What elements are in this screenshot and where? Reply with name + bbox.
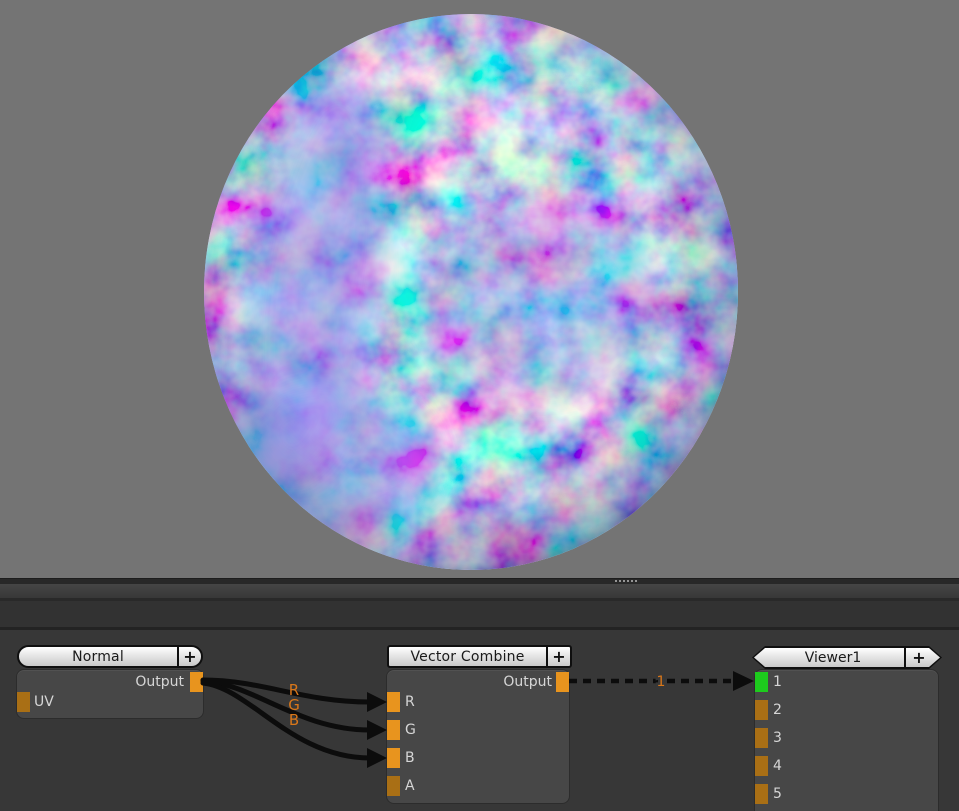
app-window: Normal + Output UV Vector Combine + Outp… [0,0,959,811]
port-viewer1-5[interactable] [755,784,768,804]
node-title: Vector Combine [389,647,546,666]
input-port-label: R [405,692,445,712]
port-vc-a[interactable] [387,776,400,796]
node-viewer1-header[interactable]: Viewer1 + [752,646,942,669]
toolbar-strip [0,584,959,598]
port-normal-uv[interactable] [17,692,30,712]
input-port-label: B [405,748,445,768]
port-viewer1-2[interactable] [755,700,768,720]
sub-bar [0,601,959,627]
input-port-label: 4 [773,756,813,776]
port-normal-output[interactable] [190,672,203,692]
add-button[interactable]: + [179,647,201,666]
input-port-label: 5 [773,784,813,804]
sphere-texture [0,0,959,578]
port-viewer1-1[interactable] [755,672,768,692]
input-port-label: 1 [773,672,813,692]
node-title: Normal [19,647,177,666]
port-vc-output[interactable] [556,672,569,692]
port-vc-r[interactable] [387,692,400,712]
add-button[interactable]: + [548,647,570,666]
normal-map-sphere [0,0,959,578]
port-vc-g[interactable] [387,720,400,740]
node-title: Viewer1 [754,648,904,667]
port-viewer1-3[interactable] [755,728,768,748]
input-port-label: 2 [773,700,813,720]
input-port-label: 3 [773,728,813,748]
node-normal-header[interactable]: Normal + [17,645,203,668]
input-port-label: A [405,776,445,796]
input-port-label: UV [34,692,94,712]
input-port-label: G [405,720,445,740]
viewer-pane[interactable] [0,0,959,578]
output-port-label: Output [420,672,552,692]
port-viewer1-4[interactable] [755,756,768,776]
node-vector-combine-header[interactable]: Vector Combine + [387,645,572,668]
pane-resize-handle[interactable] [615,580,637,583]
output-port-label: Output [60,672,184,692]
port-vc-b[interactable] [387,748,400,768]
